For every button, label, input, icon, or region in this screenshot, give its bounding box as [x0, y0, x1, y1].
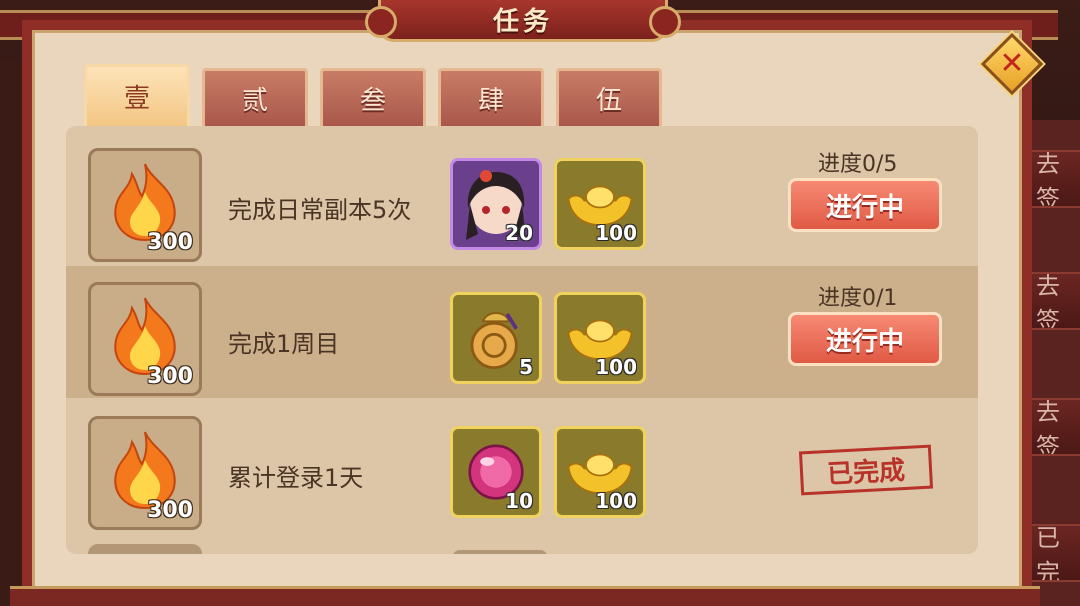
task-description: 完成1周目: [228, 330, 340, 358]
close-button[interactable]: ✕: [980, 32, 1044, 96]
reward-count: 100: [595, 489, 637, 513]
task-points: 300: [147, 364, 193, 389]
task-points: 300: [147, 498, 193, 523]
reward-slot[interactable]: 5: [450, 292, 542, 384]
next-row-peek: [452, 550, 548, 554]
reward-count: 10: [505, 489, 533, 513]
tab-4[interactable]: 肆: [438, 68, 544, 126]
reward-count: 20: [505, 221, 533, 245]
completed-stamp: 已完成: [798, 444, 934, 496]
task-points-slot: 300: [88, 416, 202, 530]
reward-count: 100: [595, 221, 637, 245]
close-icon: ✕: [999, 46, 1025, 81]
task-points-slot: 300: [88, 148, 202, 262]
tab-2[interactable]: 贰: [202, 68, 308, 126]
task-row: 300 完成日常副本5次 20 100 进度0/5 进行中: [66, 132, 978, 264]
progress-text: 进度0/5: [818, 152, 898, 177]
in-progress-button[interactable]: 进行中: [788, 312, 942, 366]
reward-count: 5: [519, 355, 533, 379]
reward-slot[interactable]: 20: [450, 158, 542, 250]
task-points: 300: [147, 230, 193, 255]
next-row-peek: [88, 544, 202, 554]
task-row: 300 累计登录1天 10 100 已完成: [66, 400, 978, 532]
tab-3[interactable]: 叁: [320, 68, 426, 126]
reward-slot[interactable]: 100: [554, 158, 646, 250]
in-progress-button[interactable]: 进行中: [788, 178, 942, 232]
reward-slot[interactable]: 10: [450, 426, 542, 518]
task-points-slot: 300: [88, 282, 202, 396]
tab-bar: 壹 贰 叁 肆 伍: [84, 64, 662, 126]
task-description: 完成日常副本5次: [228, 196, 412, 224]
progress-text: 进度0/1: [818, 286, 898, 311]
task-list[interactable]: 300 完成日常副本5次 20 100 进度0/5 进行中 300 完成1周目 …: [66, 126, 978, 554]
reward-count: 100: [595, 355, 637, 379]
reward-slot[interactable]: 100: [554, 426, 646, 518]
title-plaque: 任务: [365, 0, 681, 42]
tab-1[interactable]: 壹: [84, 64, 190, 126]
panel-bottom-bar: [10, 586, 1040, 606]
tab-5[interactable]: 伍: [556, 68, 662, 126]
page-title: 任务: [492, 7, 553, 37]
task-row: 300 完成1周目 5 100 进度0/1 进行中: [66, 266, 978, 398]
reward-slot[interactable]: 100: [554, 292, 646, 384]
task-description: 累计登录1天: [228, 464, 364, 492]
